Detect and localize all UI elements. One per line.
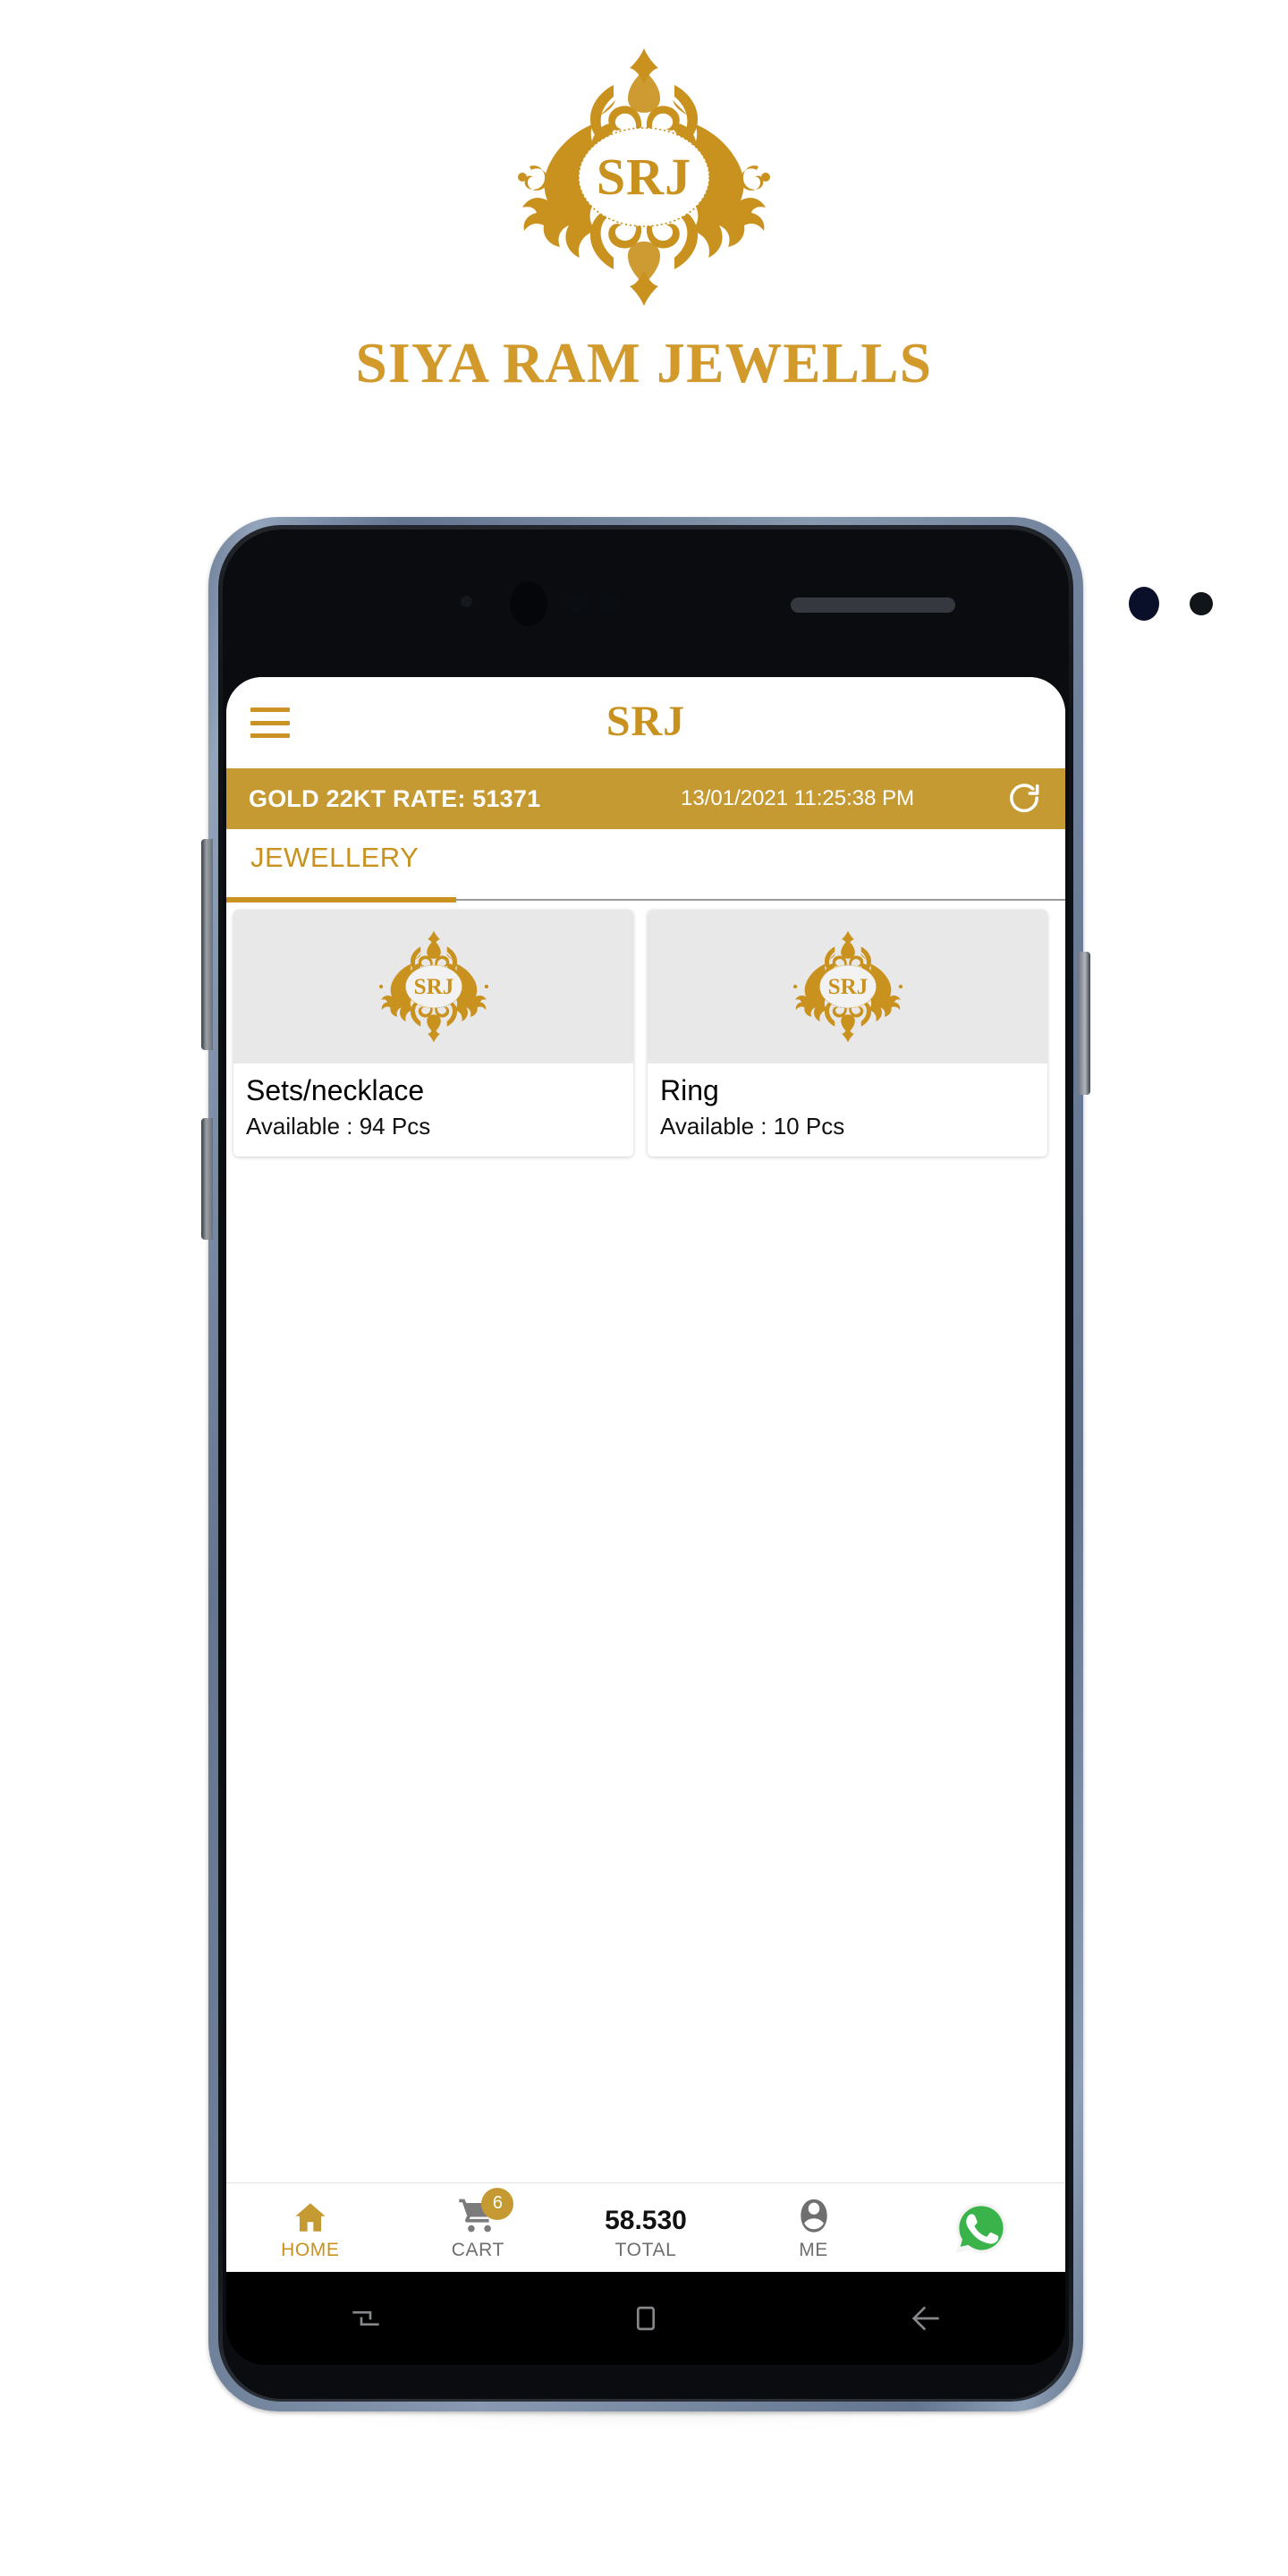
product-name: Ring xyxy=(660,1074,719,1106)
nav-item-cart[interactable]: 6 CART xyxy=(394,2183,563,2273)
app-bar: SRJ xyxy=(226,677,1065,768)
led-indicator-icon xyxy=(1190,592,1213,615)
product-name: Sets/necklace xyxy=(246,1074,425,1106)
iris-scanner-icon xyxy=(1129,587,1159,621)
product-image: SRJ xyxy=(648,910,1047,1063)
gold-rate-bar: GOLD 22KT RATE: 51371 13/01/2021 11:25:3… xyxy=(226,768,1065,829)
app-bar-title: SRJ xyxy=(606,698,686,745)
product-image: SRJ xyxy=(233,910,633,1063)
proximity-sensor-icon xyxy=(566,592,588,614)
product-info: Ring Available : 10 Pcs xyxy=(648,1063,1047,1157)
brand-title: SIYA RAM JEWELLS xyxy=(355,332,933,394)
srj-ornate-monogram-logo: SRJ xyxy=(510,43,778,311)
phone-screen: SRJ GOLD 22KT RATE: 51371 13/01/2021 11:… xyxy=(226,677,1065,2272)
front-camera-icon xyxy=(510,581,547,626)
cart-icon: 6 xyxy=(457,2187,514,2236)
brand-header: SRJ SIYA RAM JEWELLS xyxy=(0,0,1288,483)
cart-badge: 6 xyxy=(481,2187,514,2220)
nav-item-home[interactable]: HOME xyxy=(226,2183,394,2273)
tab-bar: JEWELLERY xyxy=(226,829,1065,902)
light-sensor-icon xyxy=(599,592,621,614)
page-root: SRJ SIYA RAM JEWELLS SRJ GOLD 22KT RATE:… xyxy=(0,0,1288,2576)
total-amount: 58.530 xyxy=(605,2205,687,2235)
product-availability: Available : 10 Pcs xyxy=(660,1112,845,1140)
nav-label-total: TOTAL xyxy=(614,2239,677,2260)
earpiece-speaker-icon xyxy=(791,597,955,613)
nav-item-whatsapp[interactable] xyxy=(897,2183,1065,2273)
volume-button[interactable] xyxy=(201,839,213,1050)
bottom-navigation: HOME 6 CART 58.530 TOTAL ME xyxy=(226,2182,1065,2272)
nav-label-cart: CART xyxy=(451,2239,504,2260)
recents-icon[interactable] xyxy=(312,2287,419,2350)
back-arrow-icon[interactable] xyxy=(872,2287,979,2350)
android-navigation-bar xyxy=(226,2272,1065,2365)
nav-label-me: ME xyxy=(799,2239,828,2260)
product-grid: SRJ Sets/necklace Available : 94 Pcs SRJ… xyxy=(226,901,1065,1157)
home-square-icon[interactable] xyxy=(592,2287,699,2350)
phone-device: SRJ GOLD 22KT RATE: 51371 13/01/2021 11:… xyxy=(201,517,1213,2433)
gold-rate-timestamp: 13/01/2021 11:25:38 PM xyxy=(681,786,915,810)
home-icon xyxy=(292,2195,329,2236)
tab-jewellery[interactable]: JEWELLERY xyxy=(250,842,419,874)
svg-text:SRJ: SRJ xyxy=(827,975,868,999)
nav-label-home: HOME xyxy=(281,2239,340,2260)
power-button[interactable] xyxy=(1079,952,1090,1095)
sensor-dot-icon xyxy=(461,596,472,607)
svg-text:SRJ: SRJ xyxy=(413,975,453,999)
total-value: 58.530 xyxy=(605,2195,687,2236)
nav-item-me[interactable]: ME xyxy=(730,2183,898,2273)
product-card[interactable]: SRJ Ring Available : 10 Pcs xyxy=(648,910,1047,1157)
product-card[interactable]: SRJ Sets/necklace Available : 94 Pcs xyxy=(233,910,633,1157)
gold-rate-label: GOLD 22KT RATE: 51371 xyxy=(249,784,541,812)
svg-text:SRJ: SRJ xyxy=(597,148,691,206)
product-info: Sets/necklace Available : 94 Pcs xyxy=(233,1063,633,1157)
person-icon xyxy=(794,2195,834,2236)
nav-item-total[interactable]: 58.530 TOTAL xyxy=(562,2183,730,2273)
phone-sensor-row xyxy=(208,517,1213,677)
refresh-icon[interactable] xyxy=(1006,781,1042,817)
whatsapp-icon[interactable] xyxy=(953,2200,1009,2256)
product-availability: Available : 94 Pcs xyxy=(246,1112,431,1140)
bixby-button[interactable] xyxy=(201,1118,213,1240)
